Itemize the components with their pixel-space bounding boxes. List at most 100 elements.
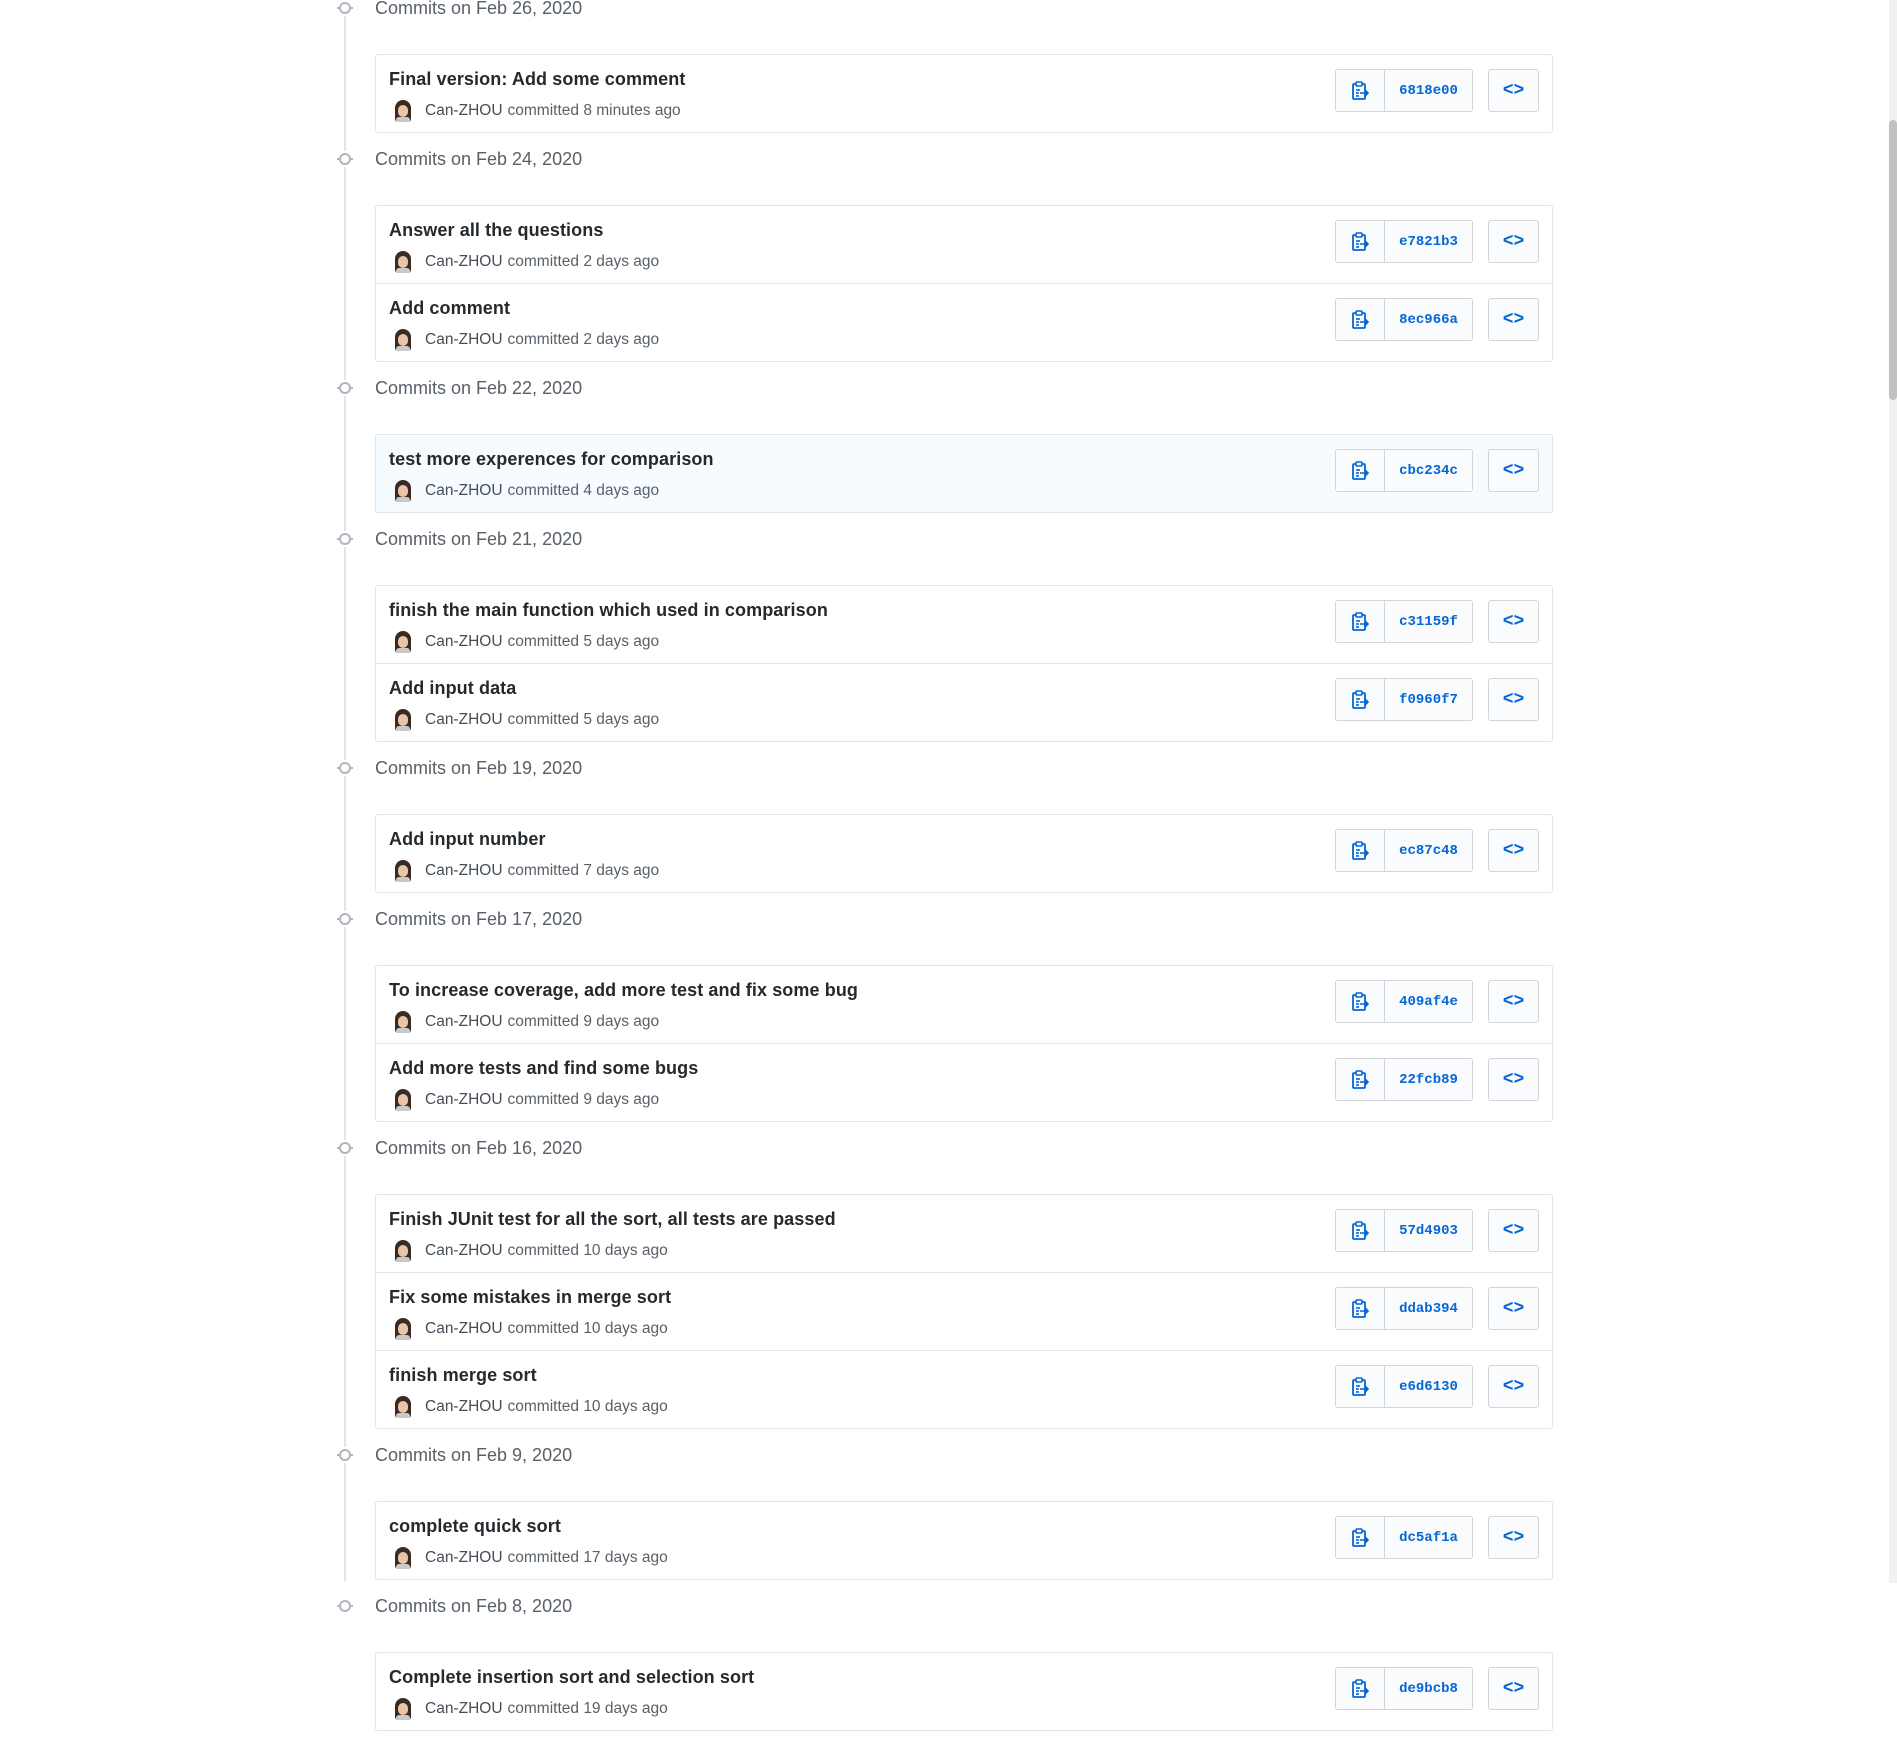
commit-sha-link[interactable]: 409af4e xyxy=(1385,981,1472,1022)
copy-sha-button[interactable] xyxy=(1336,830,1385,871)
commit-sha-link[interactable]: f0960f7 xyxy=(1385,679,1472,720)
copy-sha-button[interactable] xyxy=(1336,70,1385,111)
commit-actions: 8ec966a <> xyxy=(1335,298,1539,341)
avatar[interactable] xyxy=(393,631,413,653)
commit-sha-link[interactable]: 6818e00 xyxy=(1385,70,1472,111)
commit-author[interactable]: Can-ZHOU xyxy=(425,1320,503,1338)
commit-author[interactable]: Can-ZHOU xyxy=(425,711,503,729)
avatar[interactable] xyxy=(393,100,413,122)
avatar[interactable] xyxy=(393,1396,413,1418)
commit-author[interactable]: Can-ZHOU xyxy=(425,253,503,271)
copy-sha-button[interactable] xyxy=(1336,1059,1385,1100)
browse-repo-button[interactable]: <> xyxy=(1488,220,1539,263)
copy-sha-button[interactable] xyxy=(1336,981,1385,1022)
commit-time: committed 8 minutes ago xyxy=(507,102,681,119)
commit-sha-link[interactable]: de9bcb8 xyxy=(1385,1668,1472,1709)
avatar[interactable] xyxy=(393,1547,413,1569)
browse-repo-button[interactable]: <> xyxy=(1488,1516,1539,1559)
copy-sha-button[interactable] xyxy=(1336,1366,1385,1407)
copy-sha-button[interactable] xyxy=(1336,450,1385,491)
scrollbar[interactable] xyxy=(1889,0,1897,1583)
commit-timeline: Commits on Feb 26, 2020 Final version: A… xyxy=(337,0,1553,1747)
day-header: Commits on Feb 22, 2020 xyxy=(337,378,1552,418)
commit-author[interactable]: Can-ZHOU xyxy=(425,1700,503,1718)
browse-repo-button[interactable]: <> xyxy=(1488,980,1539,1023)
commit-author[interactable]: Can-ZHOU xyxy=(425,331,503,349)
avatar[interactable] xyxy=(393,480,413,502)
browse-repo-button[interactable]: <> xyxy=(1488,1209,1539,1252)
commit-title[interactable]: Fix some mistakes in merge sort xyxy=(389,1287,671,1308)
code-icon: <> xyxy=(1502,1527,1525,1548)
commit-title[interactable]: Answer all the questions xyxy=(389,220,603,241)
copy-sha-button[interactable] xyxy=(1336,1288,1385,1329)
commit-author[interactable]: Can-ZHOU xyxy=(425,862,503,880)
commit-title[interactable]: Finish JUnit test for all the sort, all … xyxy=(389,1209,836,1230)
commit-sha-link[interactable]: e6d6130 xyxy=(1385,1366,1472,1407)
avatar[interactable] xyxy=(393,709,413,731)
browse-repo-button[interactable]: <> xyxy=(1488,678,1539,721)
commit-author[interactable]: Can-ZHOU xyxy=(425,633,503,651)
commit-title[interactable]: Complete insertion sort and selection so… xyxy=(389,1667,754,1688)
commit-author[interactable]: Can-ZHOU xyxy=(425,1242,503,1260)
commit-sha-link[interactable]: ddab394 xyxy=(1385,1288,1472,1329)
commit-list: complete quick sort Can-ZHOU committed 1… xyxy=(375,1501,1553,1580)
day-header-date: Commits on Feb 17, 2020 xyxy=(375,909,583,929)
browse-repo-button[interactable]: <> xyxy=(1488,449,1539,492)
commit-title[interactable]: Add input data xyxy=(389,678,516,699)
browse-repo-button[interactable]: <> xyxy=(1488,69,1539,112)
commit-list: finish the main function which used in c… xyxy=(375,585,1553,742)
avatar[interactable] xyxy=(393,1240,413,1262)
commit-sha-link[interactable]: 8ec966a xyxy=(1385,299,1472,340)
commit-title[interactable]: finish merge sort xyxy=(389,1365,537,1386)
browse-repo-button[interactable]: <> xyxy=(1488,1058,1539,1101)
browse-repo-button[interactable]: <> xyxy=(1488,600,1539,643)
copy-sha-button[interactable] xyxy=(1336,679,1385,720)
commit-title[interactable]: Add more tests and find some bugs xyxy=(389,1058,698,1079)
commit-author[interactable]: Can-ZHOU xyxy=(425,102,503,120)
avatar[interactable] xyxy=(393,1089,413,1111)
scrollbar-thumb[interactable] xyxy=(1889,120,1897,400)
commit-title[interactable]: complete quick sort xyxy=(389,1516,561,1537)
commit-sha-link[interactable]: c31159f xyxy=(1385,601,1472,642)
copy-sha-button[interactable] xyxy=(1336,299,1385,340)
day-header: Commits on Feb 21, 2020 xyxy=(337,529,1552,569)
commit-sha-link[interactable]: 57d4903 xyxy=(1385,1210,1472,1251)
commit-node-icon xyxy=(337,760,353,776)
avatar[interactable] xyxy=(393,860,413,882)
commit-author[interactable]: Can-ZHOU xyxy=(425,1091,503,1109)
commit-sha-link[interactable]: e7821b3 xyxy=(1385,221,1472,262)
commit-sha-link[interactable]: 22fcb89 xyxy=(1385,1059,1472,1100)
copy-sha-button[interactable] xyxy=(1336,221,1385,262)
code-icon: <> xyxy=(1502,1298,1525,1319)
copy-sha-button[interactable] xyxy=(1336,1668,1385,1709)
commit-sha-link[interactable]: cbc234c xyxy=(1385,450,1472,491)
avatar[interactable] xyxy=(393,251,413,273)
commit-title[interactable]: To increase coverage, add more test and … xyxy=(389,980,858,1001)
commit-sha-link[interactable]: dc5af1a xyxy=(1385,1517,1472,1558)
browse-repo-button[interactable]: <> xyxy=(1488,1287,1539,1330)
commit-author[interactable]: Can-ZHOU xyxy=(425,1549,503,1567)
commit-row: Add input data Can-ZHOU committed 5 days… xyxy=(376,663,1552,741)
copy-sha-button[interactable] xyxy=(1336,1210,1385,1251)
commit-actions: f0960f7 <> xyxy=(1335,678,1539,721)
avatar[interactable] xyxy=(393,1698,413,1720)
avatar[interactable] xyxy=(393,329,413,351)
commit-sha-link[interactable]: ec87c48 xyxy=(1385,830,1472,871)
copy-sha-button[interactable] xyxy=(1336,1517,1385,1558)
avatar[interactable] xyxy=(393,1318,413,1340)
commit-title[interactable]: finish the main function which used in c… xyxy=(389,600,828,621)
commit-author[interactable]: Can-ZHOU xyxy=(425,1398,503,1416)
avatar[interactable] xyxy=(393,1011,413,1033)
browse-repo-button[interactable]: <> xyxy=(1488,1667,1539,1710)
browse-repo-button[interactable]: <> xyxy=(1488,829,1539,872)
commit-author[interactable]: Can-ZHOU xyxy=(425,482,503,500)
browse-repo-button[interactable]: <> xyxy=(1488,1365,1539,1408)
commit-title[interactable]: test more experences for comparison xyxy=(389,449,714,470)
commit-actions: 22fcb89 <> xyxy=(1335,1058,1539,1101)
commit-title[interactable]: Add input number xyxy=(389,829,546,850)
copy-sha-button[interactable] xyxy=(1336,601,1385,642)
commit-title[interactable]: Add comment xyxy=(389,298,510,319)
commit-author[interactable]: Can-ZHOU xyxy=(425,1013,503,1031)
commit-title[interactable]: Final version: Add some comment xyxy=(389,69,686,90)
browse-repo-button[interactable]: <> xyxy=(1488,298,1539,341)
